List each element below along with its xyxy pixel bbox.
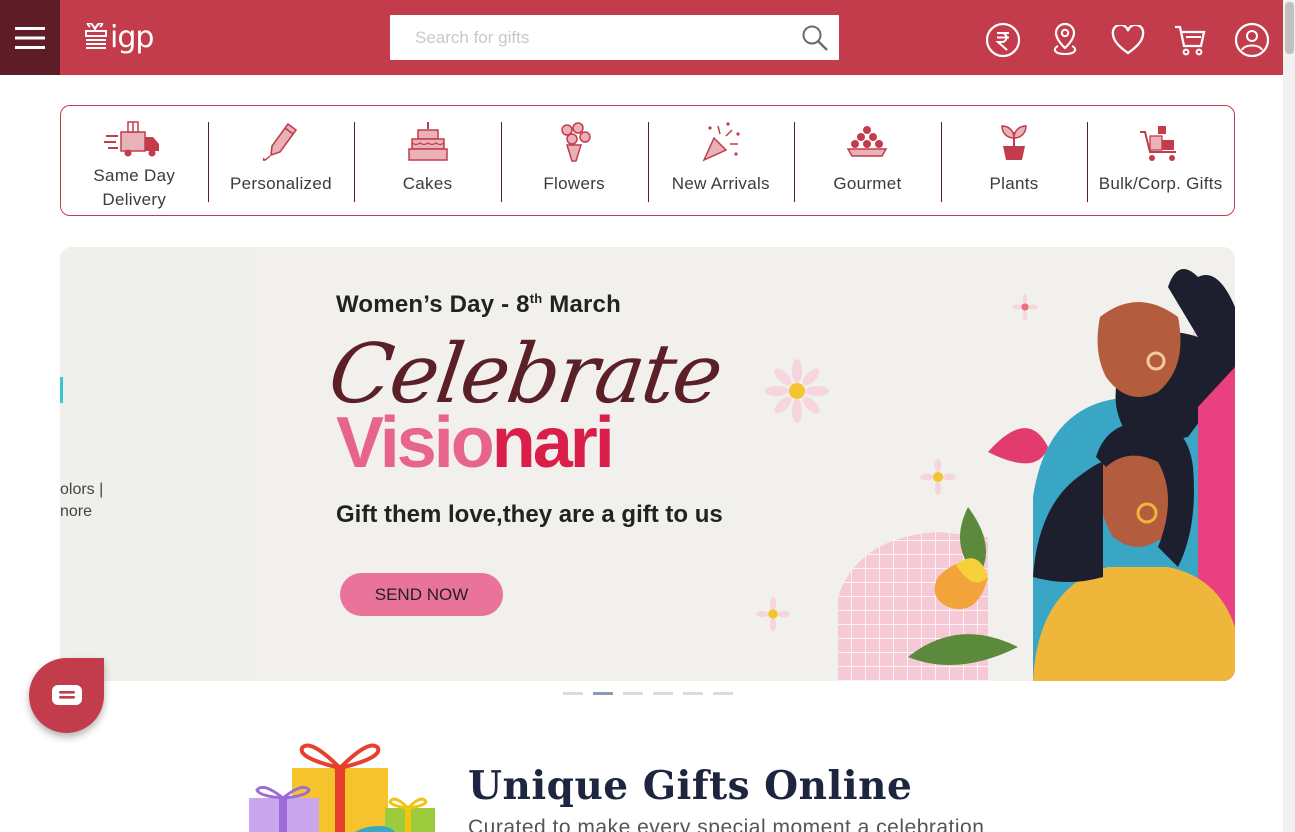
category-flowers[interactable]: Flowers — [500, 106, 648, 215]
send-now-button[interactable]: SEND NOW — [340, 573, 503, 616]
category-cakes[interactable]: Cakes — [354, 106, 501, 215]
gift-logo-icon — [85, 23, 107, 49]
logo-text: igp — [110, 20, 154, 55]
category-label: Gourmet — [833, 174, 902, 193]
party-popper-icon — [702, 122, 740, 162]
category-label: Bulk/Corp. Gifts — [1098, 174, 1223, 193]
women-illustration — [838, 269, 1235, 681]
scrollbar-thumb[interactable] — [1285, 2, 1294, 54]
user-icon — [1234, 22, 1270, 58]
carousel-dot[interactable] — [653, 692, 673, 695]
category-label: New Arrivals — [671, 174, 770, 193]
top-header: igp — [0, 0, 1283, 75]
search-input[interactable] — [390, 15, 790, 60]
slide-accent — [60, 377, 63, 403]
banner-subtitle: Gift them love,they are a gift to us — [336, 501, 723, 528]
category-same-day-delivery[interactable]: Same Day Delivery — [61, 106, 208, 215]
cart-button[interactable] — [1172, 22, 1208, 58]
search-icon[interactable] — [801, 24, 829, 52]
cart-icon — [1175, 25, 1206, 56]
banner-campaign-title: Visionari — [336, 403, 615, 483]
hero-banner[interactable]: olors | nore Women’s Day - 8th March Cel… — [60, 247, 1235, 681]
hamburger-icon — [15, 26, 45, 49]
gift-boxes-illustration — [249, 743, 435, 832]
sweets-icon — [847, 126, 888, 157]
category-gourmet[interactable]: Gourmet — [794, 106, 941, 215]
category-label: Cakes — [402, 174, 453, 193]
chat-button[interactable] — [29, 658, 104, 733]
carousel-indicators — [563, 692, 733, 695]
wishlist-button[interactable] — [1110, 22, 1146, 58]
search-bar — [390, 15, 839, 60]
scrollbar-track[interactable] — [1283, 0, 1295, 832]
category-personalized[interactable]: Personalized — [207, 106, 355, 215]
section-subtitle: Curated to make every special moment a c… — [468, 816, 985, 832]
category-label: Personalized — [229, 174, 332, 193]
location-icon — [1053, 22, 1077, 56]
category-new-arrivals[interactable]: New Arrivals — [647, 106, 795, 215]
bulk-cart-icon — [1139, 126, 1176, 161]
cake-icon — [407, 122, 448, 161]
category-bulk-corp-gifts[interactable]: Bulk/Corp. Gifts — [1087, 106, 1234, 215]
carousel-dot[interactable] — [563, 692, 583, 695]
previous-slide-peek: olors | nore — [60, 247, 256, 681]
plant-icon — [1001, 125, 1027, 160]
igp-logo[interactable]: igp — [84, 18, 154, 58]
currency-button[interactable] — [985, 22, 1021, 58]
previous-slide-text-line1: olors | — [60, 481, 104, 498]
carousel-dot[interactable] — [683, 692, 703, 695]
category-label: Same Day Delivery — [93, 166, 176, 209]
flower-decoration-icon — [756, 597, 790, 631]
chat-icon — [51, 684, 82, 705]
hamburger-menu-button[interactable] — [0, 0, 60, 75]
section-title: Unique Gifts Online — [468, 763, 913, 809]
category-label: Plants — [989, 174, 1039, 193]
carousel-dot[interactable] — [713, 692, 733, 695]
rupee-icon — [985, 22, 1021, 58]
account-button[interactable] — [1234, 22, 1270, 58]
pen-icon — [262, 122, 298, 161]
banner-heading: Women’s Day - 8th March — [336, 291, 621, 318]
carousel-dot[interactable] — [623, 692, 643, 695]
bouquet-icon — [561, 122, 591, 162]
page: igp Search for gifts Same Day Delivery P… — [0, 0, 1295, 832]
flower-decoration-icon — [765, 359, 829, 423]
category-strip: Same Day Delivery Personalized Cakes Flo… — [60, 105, 1235, 216]
previous-slide-text-line2: nore — [60, 503, 93, 520]
delivery-truck-icon — [104, 121, 160, 157]
heart-icon — [1111, 25, 1145, 55]
category-plants[interactable]: Plants — [940, 106, 1088, 215]
category-label: Flowers — [543, 174, 605, 193]
carousel-dot-active[interactable] — [593, 692, 613, 695]
location-button[interactable] — [1047, 22, 1083, 58]
